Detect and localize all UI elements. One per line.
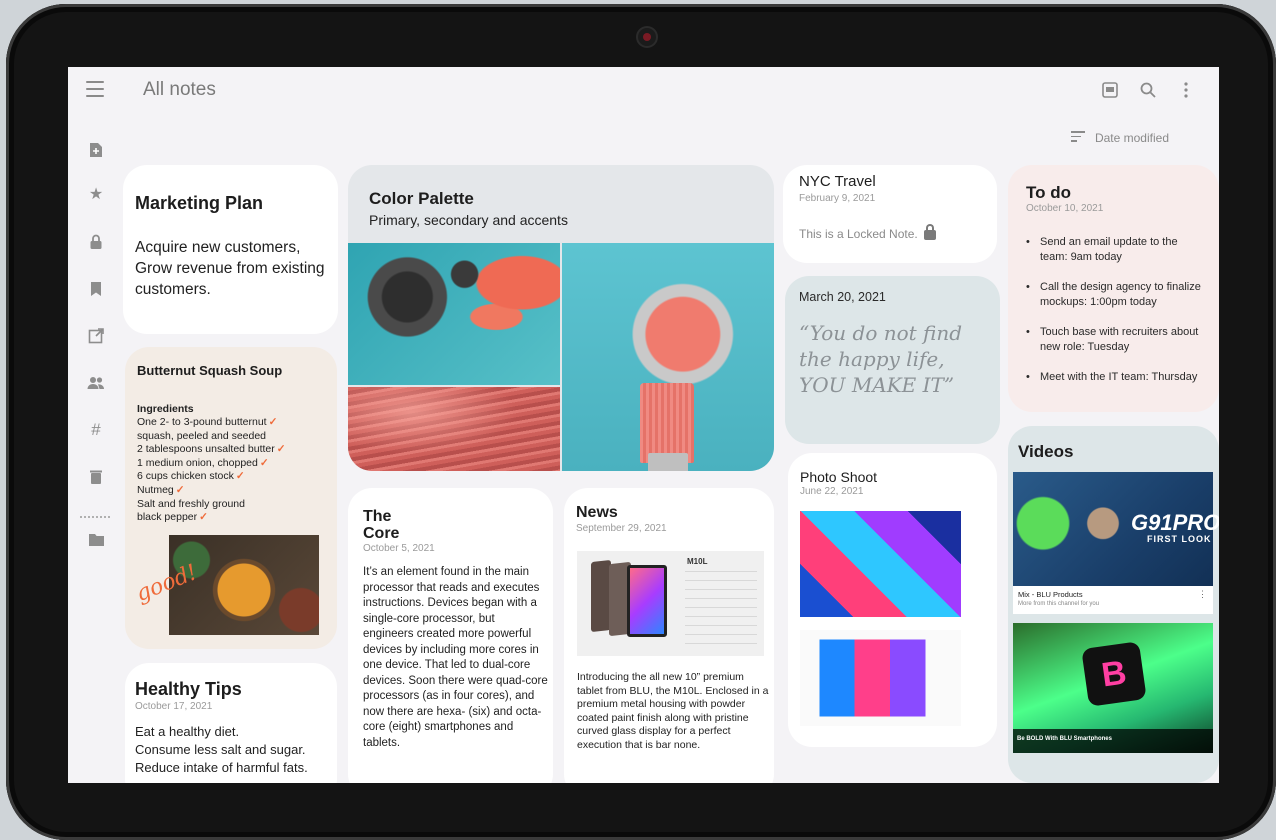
phone-boxes-photo-2 (800, 630, 961, 726)
people-icon[interactable] (85, 372, 107, 394)
ingredients-list: One 2- to 3-pound butternut ✓ squash, pee… (137, 416, 286, 525)
note-title: News (576, 504, 618, 521)
sort-icon (1070, 131, 1085, 145)
note-title: NYC Travel (799, 173, 876, 190)
ingredient-line: black pepper ✓ (137, 511, 208, 524)
ingredient-line: 2 tablespoons unsalted butter ✓ (137, 443, 286, 456)
note-date: October 17, 2021 (135, 701, 213, 712)
tablet-front-render (627, 565, 667, 637)
video-info-bar-1: Mix - BLU Products More from this channe… (1013, 586, 1213, 614)
note-card-the-core[interactable]: The Core October 5, 2021 It’s an element… (348, 488, 553, 783)
handwritten-quote: “You do not find the happy life, YOU MAK… (799, 321, 963, 397)
lock-icon (923, 224, 936, 240)
video-title: Be BOLD With BLU Smartphones (1017, 736, 1112, 742)
page-title: All notes (143, 79, 216, 100)
note-card-todo[interactable]: To do October 10, 2021 Send an email upd… (1008, 165, 1219, 412)
note-card-quote[interactable]: March 20, 2021 “You do not find the happ… (785, 276, 1000, 444)
locked-note-text: This is a Locked Note. (799, 224, 936, 241)
note-title: Butternut Squash Soup (137, 363, 283, 378)
video-subtitle: More from this channel for you (1018, 601, 1100, 607)
note-title: Marketing Plan (135, 193, 264, 213)
spec-table (685, 571, 757, 649)
top-actions (1099, 79, 1197, 101)
shared-icon[interactable] (85, 325, 107, 347)
video-overlay-subtitle: FIRST LOOK (1147, 534, 1212, 544)
pdf-icon[interactable] (1099, 79, 1121, 101)
note-card-color-palette[interactable]: Color Palette Primary, secondary and acc… (348, 165, 774, 471)
note-date: March 20, 2021 (799, 290, 886, 304)
notes-screen: All notes Date modified ★ # Marketing Pl… (68, 67, 1219, 783)
todo-item[interactable]: Send an email update to the team: 9am to… (1026, 235, 1206, 265)
note-date: October 5, 2021 (363, 543, 435, 554)
ingredient-line: Salt and freshly ground (137, 497, 245, 510)
video-controls-bar: Be BOLD With BLU Smartphones (1013, 729, 1213, 753)
folder-icon[interactable] (85, 529, 107, 551)
video-title: Mix - BLU Products (1018, 590, 1083, 599)
note-date: February 9, 2021 (799, 193, 876, 204)
note-title: Videos (1018, 442, 1074, 461)
rail-divider (80, 516, 110, 518)
note-date: October 10, 2021 (1026, 203, 1104, 214)
ingredient-line: 1 medium onion, chopped ✓ (137, 456, 269, 469)
star-icon[interactable]: ★ (85, 183, 107, 205)
note-card-nyc-travel[interactable]: NYC Travel February 9, 2021 This is a Lo… (783, 165, 997, 263)
hamburger-icon[interactable] (86, 81, 104, 97)
fitness-photo (348, 243, 560, 385)
note-card-news[interactable]: News September 29, 2021 M10L Introducing… (564, 488, 774, 783)
ingredient-line: One 2- to 3-pound butternut ✓ (137, 416, 278, 428)
todo-item[interactable]: Meet with the IT team: Thursday (1026, 370, 1206, 385)
blu-logo-icon: B (1081, 641, 1147, 707)
spec-model: M10L (687, 557, 708, 566)
hashtag-icon[interactable]: # (85, 419, 107, 441)
note-card-butternut-soup[interactable]: Butternut Squash Soup Ingredients One 2-… (125, 347, 337, 649)
tablet-frame: All notes Date modified ★ # Marketing Pl… (6, 4, 1276, 840)
note-title: To do (1026, 183, 1071, 202)
lock-icon[interactable] (85, 231, 107, 253)
todo-item[interactable]: Touch base with recruiters about new rol… (1026, 325, 1206, 355)
ingredient-line: Nutmeg ✓ (137, 483, 185, 496)
tablet-back-render (591, 559, 611, 633)
paint-can-photo (562, 243, 774, 471)
coral-water-photo (348, 387, 560, 471)
ingredient-line: squash, peeled and seeded (137, 429, 267, 442)
video-overlay-title: G91PRO (1131, 510, 1219, 535)
note-title: The Core (363, 508, 400, 542)
brush-handle (648, 453, 688, 471)
tablet-spec-image: M10L (577, 551, 764, 656)
new-note-icon[interactable] (85, 139, 107, 161)
video-more-icon[interactable]: ⋮ (1198, 589, 1207, 600)
phone-boxes-photo-1 (800, 511, 961, 617)
top-bar: All notes (68, 67, 1219, 115)
video-thumbnail-1[interactable]: G91PRO FIRST LOOK (1013, 472, 1219, 586)
note-date: September 29, 2021 (576, 523, 667, 534)
note-body: Eat a healthy diet. Consume less salt an… (135, 724, 308, 775)
note-card-videos[interactable]: Videos G91PRO FIRST LOOK Mix - BLU Produ… (1008, 426, 1219, 783)
note-card-photo-shoot[interactable]: Photo Shoot June 22, 2021 (788, 453, 997, 747)
trash-icon[interactable] (85, 466, 107, 488)
sort-control[interactable]: Date modified (1070, 131, 1169, 145)
bookmark-icon[interactable] (85, 278, 107, 300)
note-title: Healthy Tips (135, 679, 242, 699)
search-icon[interactable] (1137, 79, 1159, 101)
note-card-marketing-plan[interactable]: Marketing Plan Acquire new customers, Gr… (123, 165, 338, 334)
video-thumbnail-2[interactable]: B Be BOLD With BLU Smartphones (1013, 623, 1213, 753)
note-title: Color Palette (369, 189, 474, 208)
note-subtitle: Primary, secondary and accents (369, 212, 568, 228)
ingredient-line: 6 cups chicken stock ✓ (137, 470, 245, 483)
sort-label: Date modified (1094, 131, 1169, 145)
note-title: Photo Shoot (800, 469, 878, 485)
note-card-healthy-tips[interactable]: Healthy Tips October 17, 2021 Eat a heal… (125, 663, 337, 783)
note-body: It’s an element found in the main proces… (363, 566, 548, 749)
todo-item[interactable]: Call the design agency to finalize mocku… (1026, 280, 1206, 310)
note-body: Acquire new customers, Grow revenue from… (135, 239, 325, 298)
note-date: June 22, 2021 (800, 486, 864, 497)
todo-list: Send an email update to the team: 9am to… (1026, 235, 1206, 400)
note-body: Introducing the all new 10” premium tabl… (577, 671, 769, 751)
paint-brush (640, 383, 694, 463)
ingredients-heading: Ingredients (137, 403, 194, 415)
front-camera (638, 28, 656, 46)
more-vertical-icon[interactable] (1175, 79, 1197, 101)
